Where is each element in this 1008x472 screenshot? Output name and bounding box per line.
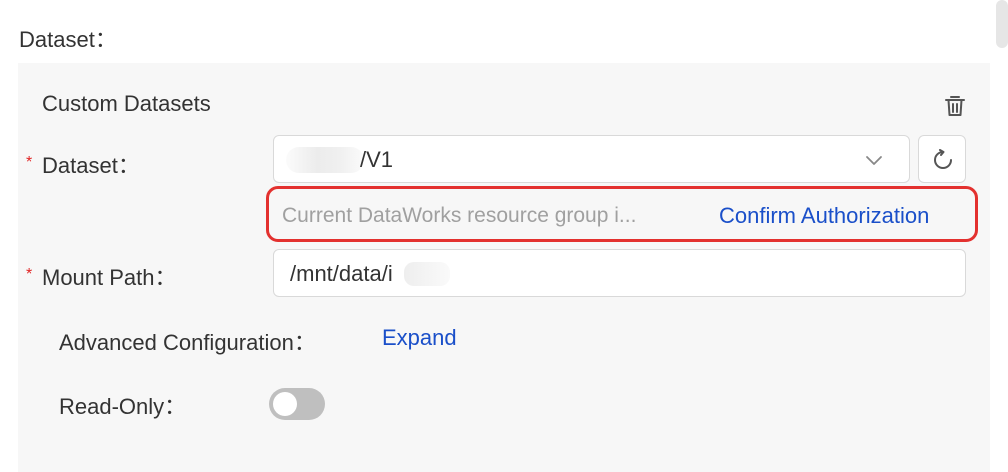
panel-title: Custom Datasets [42, 91, 211, 116]
custom-datasets-panel: Custom Datasets * Dataset： /V1 Current D… [18, 63, 990, 472]
mount-path-input[interactable]: /mnt/data/i [273, 249, 966, 297]
dataset-label: Dataset： [42, 153, 140, 178]
dataset-select[interactable]: /V1 [273, 135, 910, 183]
read-only-toggle[interactable] [269, 388, 325, 420]
dataset-select-value: /V1 [360, 147, 394, 172]
required-marker-mount: * [26, 266, 33, 283]
scrollbar[interactable] [996, 0, 1008, 48]
redacted-blur [404, 262, 450, 286]
read-only-label: Read-Only： [59, 394, 187, 419]
authorization-hint: Current DataWorks resource group i... [282, 204, 637, 227]
redacted-blur [286, 147, 364, 173]
toggle-knob [273, 392, 297, 416]
section-label: Dataset： [19, 27, 117, 52]
expand-link[interactable]: Expand [382, 325, 457, 351]
required-marker-dataset: * [26, 154, 33, 171]
trash-icon[interactable] [944, 94, 966, 118]
mount-path-value: /mnt/data/i [290, 261, 393, 286]
refresh-icon [934, 149, 952, 169]
mount-path-label: Mount Path： [42, 265, 177, 290]
chevron-down-icon [866, 156, 882, 165]
confirm-authorization-link[interactable]: Confirm Authorization [719, 203, 929, 229]
refresh-button[interactable] [918, 135, 966, 183]
advanced-configuration-label: Advanced Configuration： [59, 330, 316, 355]
